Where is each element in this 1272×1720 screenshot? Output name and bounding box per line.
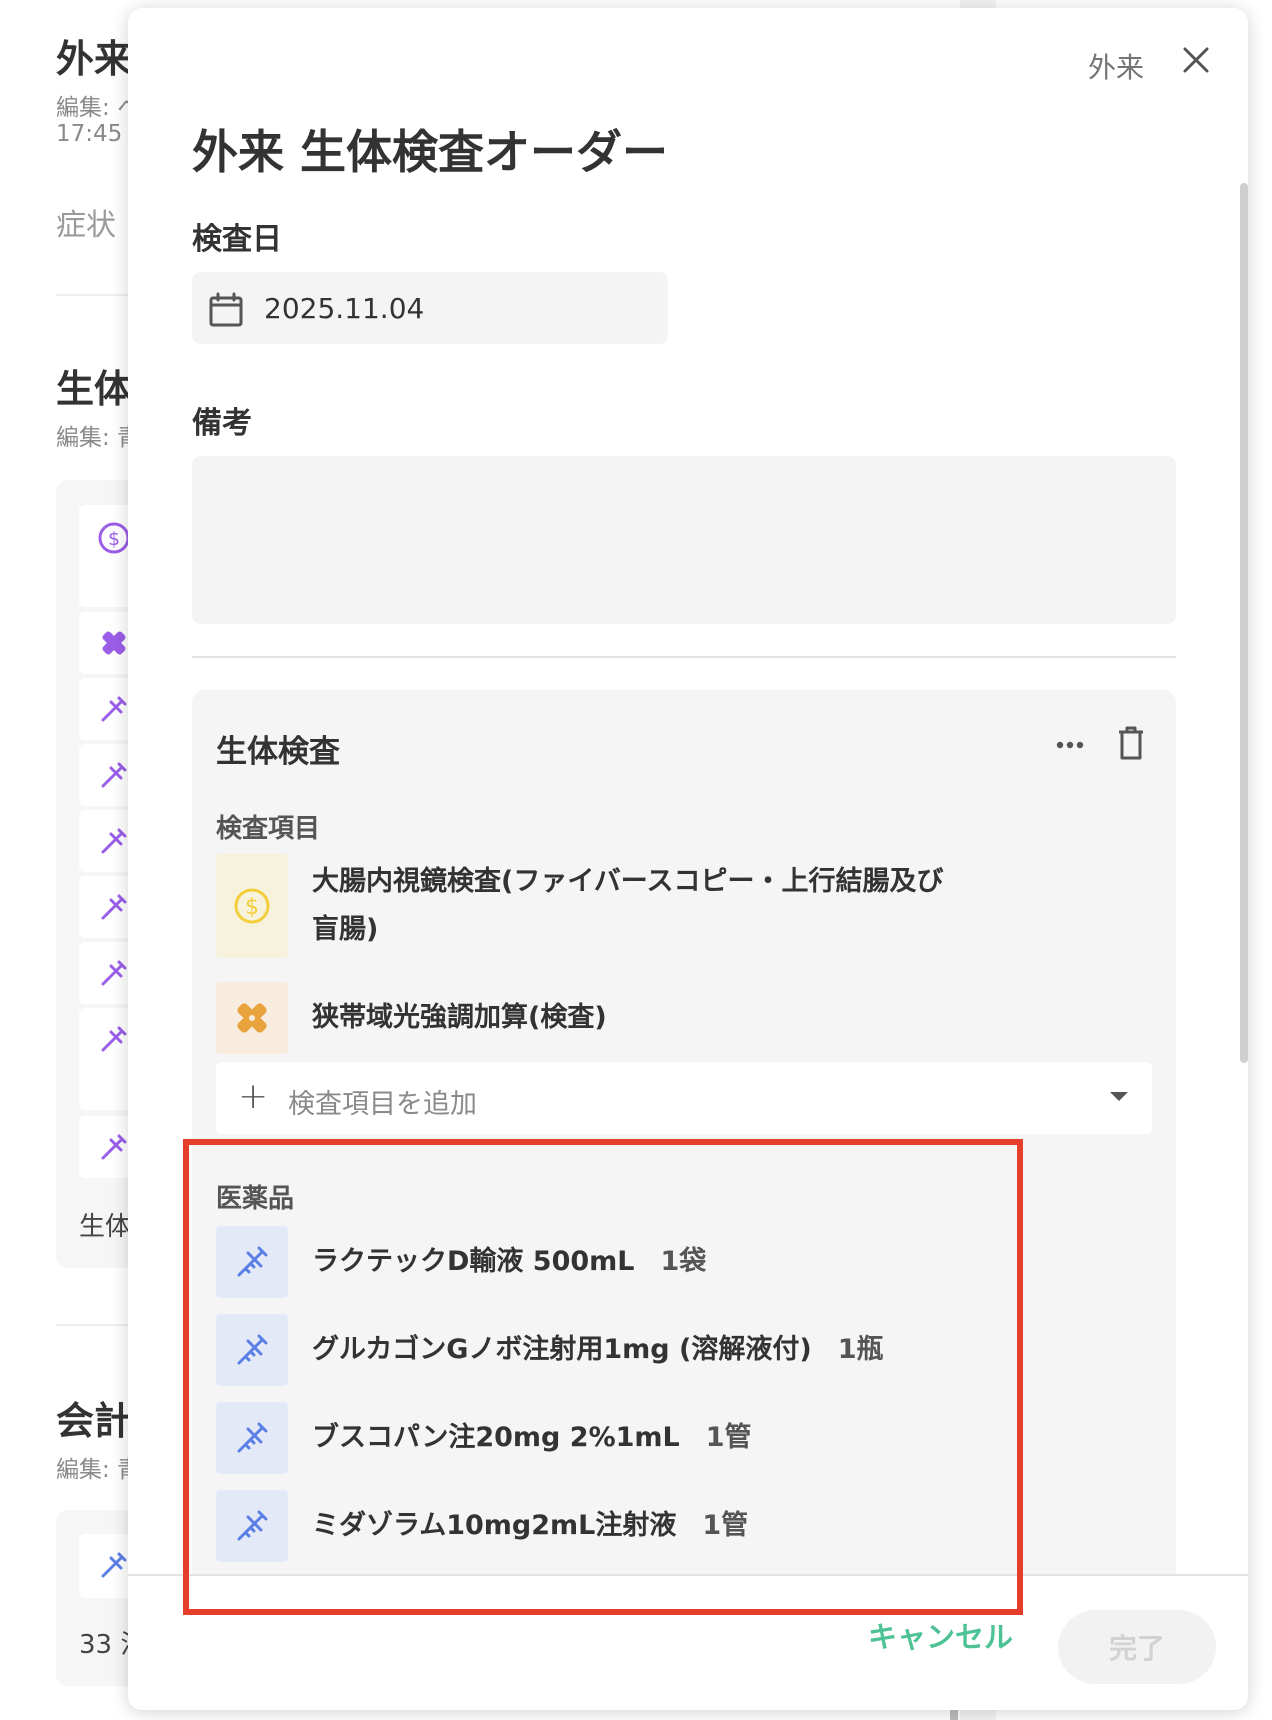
bg-divider [56, 294, 136, 296]
exam-item-name: 大腸内視鏡検査(ファイバースコピー・上行結腸及び 盲腸) [312, 866, 944, 945]
bandage-icon [102, 631, 126, 655]
drug-item-name: ミダゾラム10mg2mL注射液 1管 [312, 1510, 749, 1541]
drug-item[interactable]: ブスコパン注20mg 2%1mL 1管 [216, 1402, 1116, 1474]
syringe-icon [101, 696, 127, 722]
biopsy-card-title: 生体検査 [216, 734, 340, 770]
modal-title: 外来 生体検査オーダー [192, 125, 669, 179]
drug-item-name: ラクテックD輸液 500mL 1袋 [312, 1246, 707, 1277]
drugs-label: 医薬品 [216, 1184, 295, 1214]
drug-item[interactable]: ラクテックD輸液 500mL 1袋 [216, 1226, 1116, 1298]
bg-section-title: 会計 [56, 1399, 128, 1443]
dollar-icon: $ [98, 522, 130, 554]
svg-text:$: $ [245, 895, 259, 920]
cancel-button[interactable]: キャンセル [868, 1614, 1013, 1656]
bg-section-time: 17:45 [56, 121, 123, 147]
drug-item-name: グルカゴンGノボ注射用1mg (溶解液付) 1瓶 [312, 1334, 884, 1365]
add-exam-item-placeholder: 検査項目を追加 [288, 1089, 477, 1120]
exam-item[interactable]: 狭帯域光強調加算(検査) [216, 982, 1116, 1054]
syringe-icon [237, 1334, 268, 1365]
syringe-icon [237, 1510, 268, 1541]
more-horizontal-icon [1056, 741, 1084, 749]
drug-item[interactable]: グルカゴンGノボ注射用1mg (溶解液付) 1瓶 [216, 1314, 1116, 1386]
syringe-icon [101, 1552, 127, 1578]
modal-footer: キャンセル 完了 [128, 1574, 1248, 1710]
drug-item-qty: 1袋 [660, 1246, 707, 1277]
date-label: 検査日 [192, 222, 282, 257]
exam-item-name: 狭帯域光強調加算(検査) [312, 1002, 607, 1033]
exam-items-label: 検査項目 [216, 814, 321, 844]
bg-symptom-label: 症状 [56, 208, 116, 243]
more-button[interactable] [1050, 730, 1090, 760]
drug-item-qty: 1管 [702, 1510, 749, 1541]
order-modal: 外来 外来 生体検査オーダー 検査日 2025.11.04 備考 生体検査 検査… [128, 8, 1248, 1710]
bg-section-editor: 編集: 青 [56, 1457, 128, 1483]
syringe-icon [101, 894, 127, 920]
bg-section-title: 外来 [56, 37, 128, 81]
drug-item-name: ブスコパン注20mg 2%1mL 1管 [312, 1422, 752, 1453]
date-value: 2025.11.04 [264, 292, 425, 325]
remarks-label: 備考 [192, 406, 252, 441]
dollar-icon: $ [234, 888, 270, 924]
footer-divider [128, 1574, 1248, 1576]
exam-item[interactable]: $ 大腸内視鏡検査(ファイバースコピー・上行結腸及び 盲腸) [216, 854, 1116, 958]
bg-section-editor: 編集: 青 [56, 425, 128, 451]
visit-type-label: 外来 [1088, 51, 1145, 84]
biopsy-card: 生体検査 検査項目 $ 大腸内視鏡検査(ファイバースコピー・上行結腸及び 盲腸)… [192, 690, 1176, 1710]
syringe-icon [101, 1134, 127, 1160]
bg-divider [56, 1324, 136, 1326]
drug-item-qty: 1瓶 [837, 1334, 884, 1365]
remarks-input[interactable] [192, 456, 1176, 624]
trash-icon [1119, 726, 1143, 760]
done-button[interactable]: 完了 [1058, 1610, 1216, 1684]
chevron-down-icon [1110, 1092, 1128, 1101]
syringe-icon [101, 960, 127, 986]
close-icon [1183, 47, 1209, 73]
syringe-icon [101, 828, 127, 854]
bg-section-title: 生体 [56, 367, 128, 411]
plus-icon: + [238, 1076, 269, 1117]
syringe-icon [101, 1026, 127, 1052]
svg-text:$: $ [108, 528, 120, 550]
syringe-icon [237, 1422, 268, 1453]
bg-section-editor: 編集: ヘ [56, 95, 128, 121]
bandage-icon [237, 1003, 267, 1033]
calendar-icon [209, 292, 243, 327]
delete-button[interactable] [1116, 724, 1146, 762]
drug-item[interactable]: ミダゾラム10mg2mL注射液 1管 [216, 1490, 1116, 1562]
syringe-icon [101, 762, 127, 788]
add-exam-item-select[interactable]: + 検査項目を追加 [216, 1062, 1152, 1134]
close-button[interactable] [1178, 42, 1214, 78]
syringe-icon [237, 1246, 268, 1277]
drug-item-qty: 1管 [705, 1422, 752, 1453]
section-divider [192, 656, 1176, 658]
modal-scrollbar[interactable] [1240, 183, 1248, 1063]
date-field[interactable]: 2025.11.04 [192, 272, 668, 344]
